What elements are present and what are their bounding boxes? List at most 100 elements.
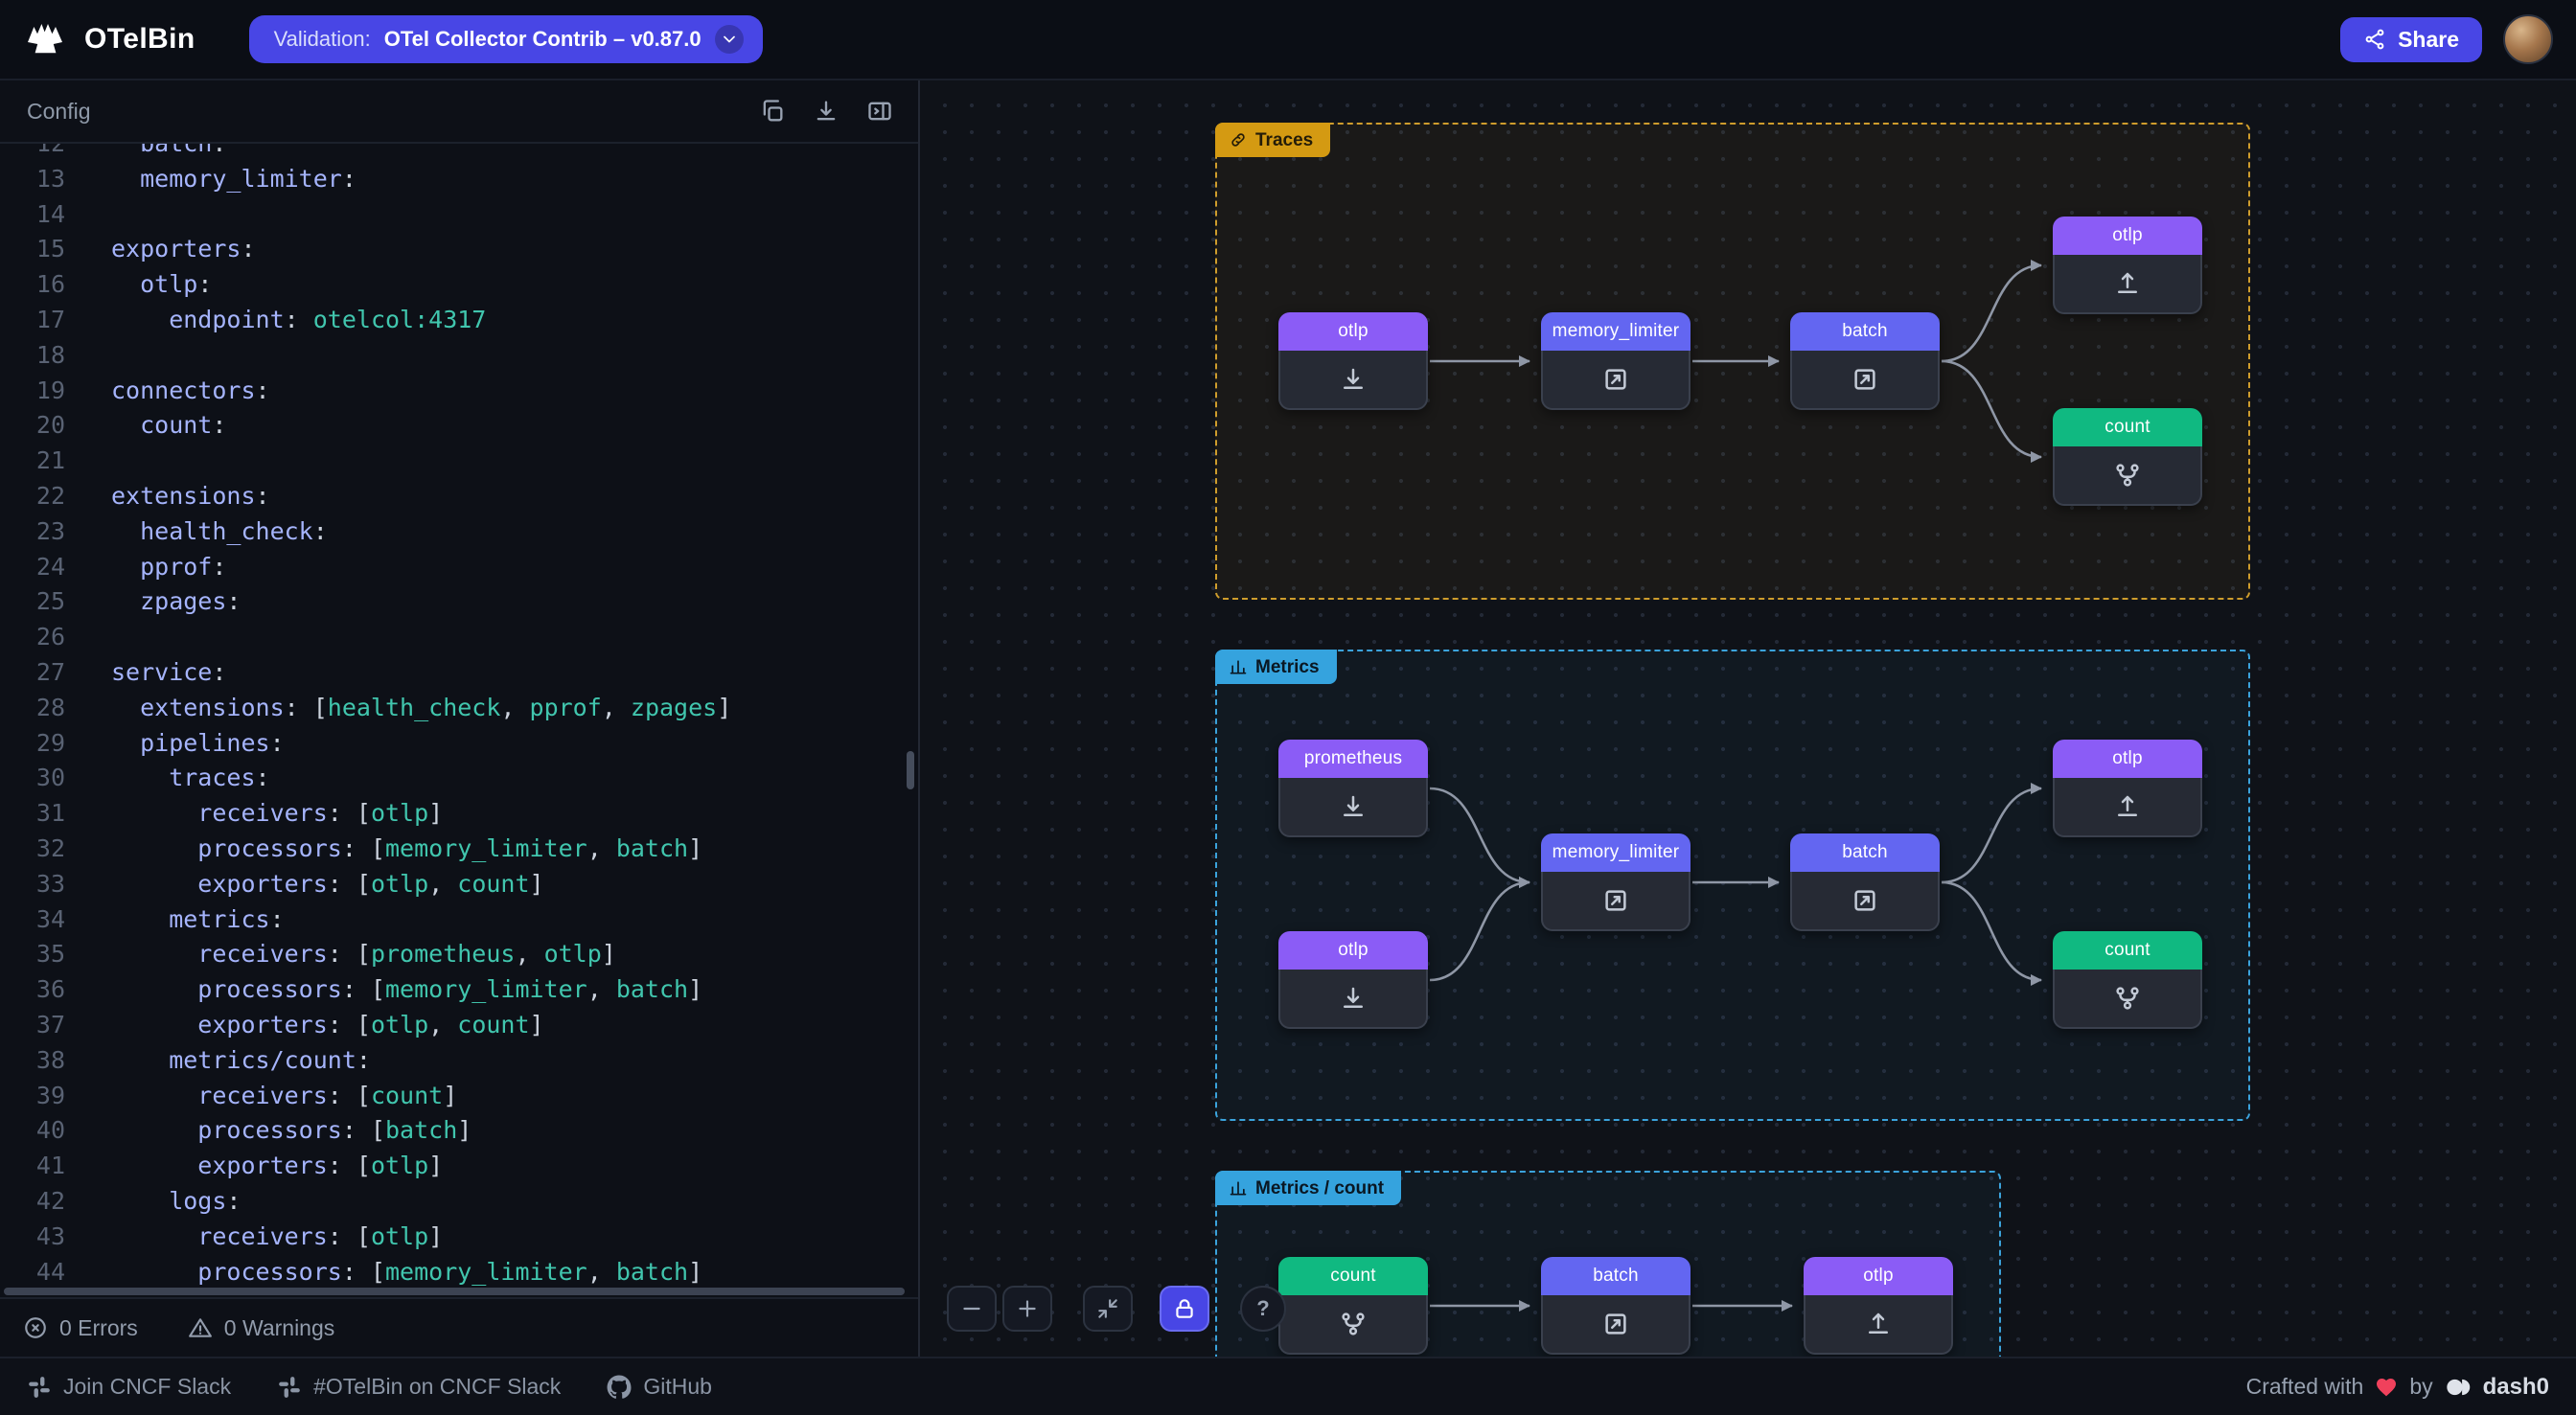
code-line: 26 xyxy=(0,620,918,655)
node-label: otlp xyxy=(2053,740,2202,778)
otelbin-app: OTelBin Validation: OTel Collector Contr… xyxy=(0,0,2576,1415)
line-number: 44 xyxy=(0,1255,65,1290)
node-body xyxy=(1278,351,1428,410)
validation-dropdown[interactable]: Validation: OTel Collector Contrib – v0.… xyxy=(249,15,763,63)
brand[interactable]: OTelBin xyxy=(23,16,196,62)
code-line: 42 logs: xyxy=(0,1184,918,1220)
node-t-ml[interactable]: memory_limiter xyxy=(1541,312,1690,410)
line-number: 41 xyxy=(0,1149,65,1184)
fork-icon xyxy=(2113,461,2142,490)
process-icon xyxy=(1601,1310,1630,1338)
line-number: 31 xyxy=(0,796,65,832)
node-label: batch xyxy=(1541,1257,1690,1295)
code-text: receivers: [count] xyxy=(65,1079,457,1114)
node-body xyxy=(2053,778,2202,837)
node-m-batch[interactable]: batch xyxy=(1790,833,1940,931)
node-c-count[interactable]: count xyxy=(1278,1257,1428,1355)
line-number: 14 xyxy=(0,197,65,233)
node-c-otlp[interactable]: otlp xyxy=(1804,1257,1953,1355)
code-text xyxy=(65,197,111,233)
node-t-batch[interactable]: batch xyxy=(1790,312,1940,410)
line-number: 34 xyxy=(0,902,65,938)
node-m-otlp-r[interactable]: otlp xyxy=(1278,931,1428,1029)
warnings-status: 0 Warnings xyxy=(188,1315,334,1341)
node-m-otlp-e[interactable]: otlp xyxy=(2053,740,2202,837)
code-line: 30 traces: xyxy=(0,761,918,796)
code-text: processors: [memory_limiter, batch] xyxy=(65,832,702,867)
node-label: prometheus xyxy=(1278,740,1428,778)
editor-actions xyxy=(753,92,899,130)
line-number: 43 xyxy=(0,1220,65,1255)
line-number: 35 xyxy=(0,937,65,972)
code-text: endpoint: otelcol:4317 xyxy=(65,303,486,338)
zoom-out-button[interactable] xyxy=(947,1286,997,1332)
dash0-logo xyxy=(2445,1374,2472,1401)
group-badge-metrics-count: Metrics / count xyxy=(1215,1171,1401,1205)
copy-config-button[interactable] xyxy=(753,92,792,130)
code-text: traces: xyxy=(65,761,270,796)
line-number: 40 xyxy=(0,1113,65,1149)
code-line: 23 health_check: xyxy=(0,514,918,550)
node-body xyxy=(2053,255,2202,314)
group-badge-metrics: Metrics xyxy=(1215,650,1337,684)
line-number: 36 xyxy=(0,972,65,1008)
node-label: otlp xyxy=(1278,931,1428,970)
process-icon xyxy=(1601,365,1630,394)
slack-icon xyxy=(27,1375,52,1400)
share-icon xyxy=(2363,28,2386,51)
code-text: logs: xyxy=(65,1184,241,1220)
node-t-count[interactable]: count xyxy=(2053,408,2202,506)
code-text: processors: [batch] xyxy=(65,1113,472,1149)
download-config-button[interactable] xyxy=(807,92,845,130)
line-number: 19 xyxy=(0,374,65,409)
code-text: receivers: [prometheus, otlp] xyxy=(65,937,616,972)
errors-status: 0 Errors xyxy=(23,1315,138,1341)
warning-icon xyxy=(188,1315,213,1340)
otelbin-slack-channel-link[interactable]: #OTelBin on CNCF Slack xyxy=(277,1374,561,1400)
editor-vertical-scrollbar[interactable] xyxy=(907,751,914,789)
chart-icon xyxy=(1229,1178,1248,1198)
warnings-count: 0 Warnings xyxy=(224,1315,334,1341)
line-number: 21 xyxy=(0,444,65,479)
code-text: batch: xyxy=(65,144,226,162)
line-number: 25 xyxy=(0,584,65,620)
code-line: 12 batch: xyxy=(0,144,918,162)
node-m-ml[interactable]: memory_limiter xyxy=(1541,833,1690,931)
fit-view-button[interactable] xyxy=(1083,1286,1133,1332)
pane-title: Config xyxy=(27,99,90,125)
node-m-count[interactable]: count xyxy=(2053,931,2202,1029)
editor-horizontal-scrollbar[interactable] xyxy=(4,1288,905,1295)
code-text: exporters: xyxy=(65,232,256,267)
main-area: Config 12 batch:13 memory_limiter:1415ex… xyxy=(0,80,2576,1357)
line-number: 26 xyxy=(0,620,65,655)
node-t-otlp-r[interactable]: otlp xyxy=(1278,312,1428,410)
join-cncf-slack-link[interactable]: Join CNCF Slack xyxy=(27,1374,231,1400)
code-text: extensions: xyxy=(65,479,270,514)
node-c-batch[interactable]: batch xyxy=(1541,1257,1690,1355)
dash0-name[interactable]: dash0 xyxy=(2483,1374,2549,1401)
share-button[interactable]: Share xyxy=(2340,17,2482,62)
node-m-prom[interactable]: prometheus xyxy=(1278,740,1428,837)
footer-link-label: #OTelBin on CNCF Slack xyxy=(313,1374,561,1400)
code-text: receivers: [otlp] xyxy=(65,796,443,832)
app-header: OTelBin Validation: OTel Collector Contr… xyxy=(0,0,2576,80)
config-editor[interactable]: 12 batch:13 memory_limiter:1415exporters… xyxy=(0,144,918,1297)
plus-icon xyxy=(1015,1296,1040,1321)
code-text: otlp: xyxy=(65,267,212,303)
github-link[interactable]: GitHub xyxy=(607,1374,712,1400)
node-t-otlp-e[interactable]: otlp xyxy=(2053,217,2202,314)
node-body xyxy=(1541,351,1690,410)
code-text: receivers: [otlp] xyxy=(65,1220,443,1255)
code-text: zpages: xyxy=(65,584,241,620)
user-avatar[interactable] xyxy=(2503,14,2553,64)
help-button[interactable]: ? xyxy=(1240,1286,1286,1332)
code-line: 25 zpages: xyxy=(0,584,918,620)
graph-canvas[interactable]: TracesMetricsMetrics / count otlpmemory_… xyxy=(920,80,2576,1357)
download-icon xyxy=(1339,984,1368,1013)
collapse-panel-button[interactable] xyxy=(861,92,899,130)
process-icon xyxy=(1851,365,1879,394)
lock-button[interactable] xyxy=(1160,1286,1209,1332)
code-text: processors: [memory_limiter, batch] xyxy=(65,1255,702,1290)
zoom-in-button[interactable] xyxy=(1002,1286,1052,1332)
node-body xyxy=(2053,970,2202,1029)
